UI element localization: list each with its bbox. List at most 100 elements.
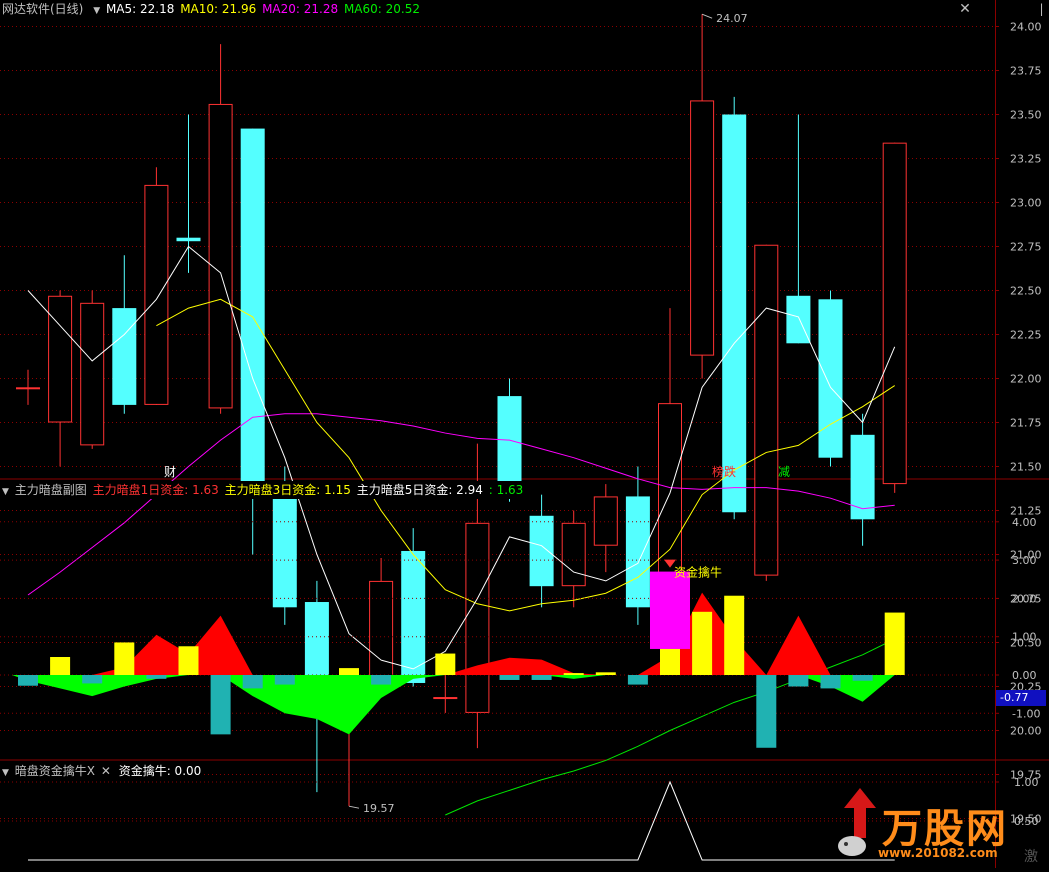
chart-canvas[interactable]: 24.00 23.75 23.50 23.25 23.00 22.75 22.50 22.25… bbox=[0, 0, 1049, 868]
fund1-label: 主力暗盘1日资金: 1.63 bbox=[92, 483, 219, 497]
fund3-label: 主力暗盘3日资金: 1.15 bbox=[224, 483, 351, 497]
signal-annotation: 资金擒牛 bbox=[674, 565, 722, 580]
candle-body bbox=[722, 114, 747, 513]
candle bbox=[722, 96, 747, 520]
triangle-down-icon[interactable]: ▼ bbox=[2, 483, 9, 501]
candle-body bbox=[80, 302, 105, 446]
y-tick-label: 23.00 bbox=[1010, 197, 1042, 210]
yellow-bar bbox=[884, 612, 905, 675]
candle-body bbox=[561, 522, 586, 587]
cyan-bar bbox=[756, 675, 777, 748]
candle-body bbox=[593, 496, 618, 546]
event-marker: 减 bbox=[778, 465, 790, 479]
ma5-label: MA5: 22.18 bbox=[105, 2, 175, 16]
candle bbox=[818, 290, 843, 467]
candle bbox=[754, 244, 779, 581]
cyan-bar bbox=[499, 675, 520, 680]
low-pointer bbox=[348, 805, 360, 809]
candle bbox=[882, 142, 907, 493]
triangle-down-icon[interactable]: ▼ bbox=[93, 2, 100, 20]
candle bbox=[176, 114, 201, 273]
candle-body bbox=[433, 697, 458, 700]
candle-body bbox=[529, 515, 554, 587]
y-tick-label: 22.75 bbox=[1010, 241, 1042, 254]
sidebar-tab[interactable]: | bbox=[1034, 0, 1049, 18]
candle bbox=[850, 413, 875, 546]
candle-body bbox=[272, 492, 297, 608]
high-label: 24.07 bbox=[716, 12, 748, 25]
yellow-bar bbox=[339, 668, 359, 675]
triangle-down-icon[interactable]: ▼ bbox=[2, 764, 9, 782]
candle-body bbox=[625, 496, 650, 608]
sub-chart-header: ▼ 主力暗盘副图 主力暗盘1日资金: 1.63 主力暗盘3日资金: 1.15 主… bbox=[0, 481, 526, 501]
candle-body bbox=[690, 100, 715, 356]
candle-body bbox=[144, 184, 169, 405]
y-tick-label: 22.00 bbox=[1010, 373, 1042, 386]
third-chart-header: ▼ 暗盘资金擒牛X ✕ 资金擒牛: 0.00 bbox=[0, 762, 204, 782]
candle bbox=[401, 528, 426, 687]
ma20-label: MA20: 21.28 bbox=[262, 2, 339, 16]
candle-body bbox=[401, 550, 426, 683]
candle-body bbox=[304, 602, 329, 687]
third-chart-close[interactable]: ✕ bbox=[101, 764, 111, 778]
main-chart-header: 网达软件(日线) ▼ MA5: 22.18 MA10: 21.96 MA20: … bbox=[0, 0, 422, 18]
candle bbox=[208, 44, 233, 414]
ma10-line bbox=[156, 298, 895, 612]
cyan-bar bbox=[274, 675, 295, 685]
ma60-label: MA60: 20.52 bbox=[343, 2, 420, 16]
current-value-badge: -0.77 bbox=[996, 690, 1046, 706]
high-pointer bbox=[701, 13, 713, 19]
candle-body bbox=[818, 299, 843, 458]
y-tick-label: 23.25 bbox=[1010, 153, 1042, 166]
yellow-bar bbox=[724, 595, 745, 675]
cyan-bar bbox=[242, 675, 263, 689]
y-tick-label: 23.75 bbox=[1010, 65, 1042, 78]
y-tick-label: 21.50 bbox=[1010, 461, 1042, 474]
yellow-bar bbox=[595, 672, 616, 675]
close-icon[interactable]: ✕ bbox=[958, 2, 972, 16]
candle-body bbox=[240, 128, 265, 493]
yellow-bar bbox=[435, 653, 456, 675]
event-marker: 财 bbox=[164, 465, 176, 479]
y-tick-label: 24.00 bbox=[1010, 21, 1042, 34]
event-marker: 榜跌 bbox=[712, 464, 736, 479]
candle bbox=[593, 484, 618, 573]
yellow-bar bbox=[563, 673, 584, 675]
fund5-label: 主力暗盘5日资金: 2.94 bbox=[356, 483, 483, 497]
candle-body bbox=[882, 142, 907, 485]
cyan-bar bbox=[820, 675, 841, 689]
y-tick-label: 2.00 bbox=[1012, 592, 1037, 605]
cyan-bar bbox=[371, 675, 392, 685]
candle-body bbox=[176, 237, 201, 242]
sub-chart-title: 主力暗盘副图 bbox=[14, 483, 87, 497]
yellow-bar bbox=[50, 656, 71, 675]
logo-url: www.201082.com bbox=[878, 846, 998, 860]
y-tick-label: 1.00 bbox=[1012, 631, 1037, 644]
candle bbox=[786, 114, 811, 344]
candle-body bbox=[208, 103, 233, 409]
candle-body bbox=[112, 308, 137, 405]
cyan-bar bbox=[627, 675, 648, 685]
y-tick-label: 0.00 bbox=[1012, 669, 1037, 682]
third-chart-label: 资金擒牛: 0.00 bbox=[118, 764, 202, 778]
y-tick-label: 22.50 bbox=[1010, 285, 1042, 298]
low-label: 19.57 bbox=[363, 802, 395, 815]
stock-title: 网达软件(日线) bbox=[2, 2, 84, 16]
y-tick-label: 23.50 bbox=[1010, 109, 1042, 122]
cyan-bar bbox=[531, 675, 552, 680]
yellow-bar bbox=[692, 611, 713, 675]
candle bbox=[80, 290, 105, 449]
yellow-bar bbox=[114, 642, 135, 675]
ma10-label: MA10: 21.96 bbox=[180, 2, 257, 16]
candle-body bbox=[369, 580, 394, 678]
side-label: 激 bbox=[1024, 849, 1038, 865]
magenta-bar bbox=[650, 571, 690, 649]
candle bbox=[369, 558, 394, 692]
cyan-bar bbox=[82, 675, 103, 684]
candle-body bbox=[850, 434, 875, 520]
cyan-bar bbox=[18, 675, 38, 686]
cyan-bar bbox=[210, 675, 231, 735]
kline-workspace[interactable]: 24.00 23.75 23.50 23.25 23.00 22.75 22.50 22.25… bbox=[0, 0, 1049, 868]
y-tick-label: 22.25 bbox=[1010, 329, 1042, 342]
watermark-logo: 万股网 www.201082.com bbox=[830, 778, 1030, 866]
